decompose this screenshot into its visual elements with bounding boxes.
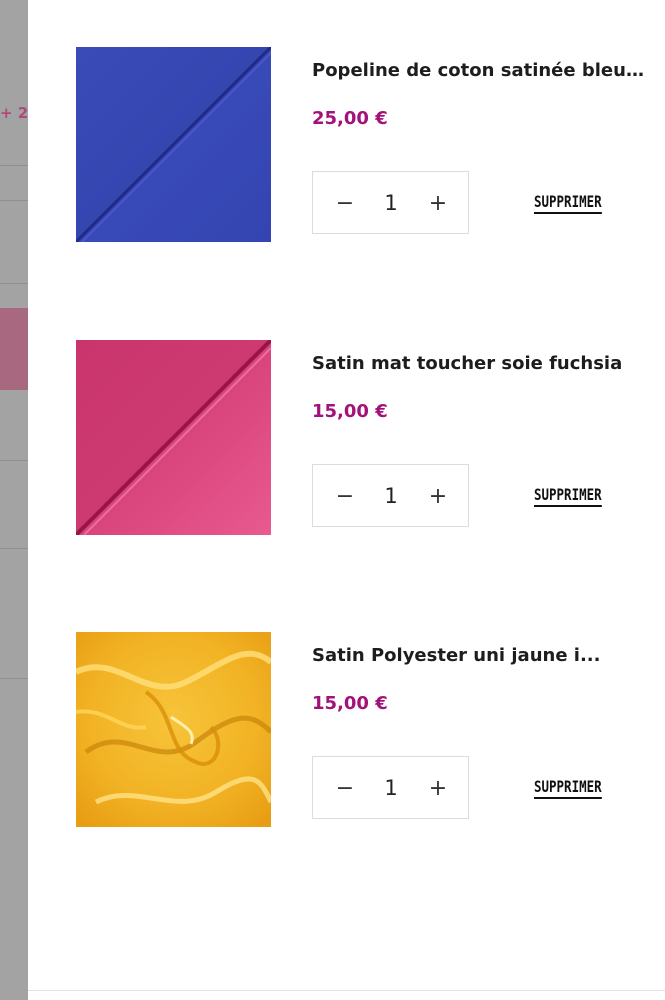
drawer-divider <box>28 990 665 991</box>
product-price: 15,00 € <box>312 693 388 714</box>
backdrop-divider <box>0 678 28 679</box>
product-price: 25,00 € <box>312 108 388 129</box>
page-backdrop: + 2 <box>0 0 28 1000</box>
decrement-button[interactable]: − <box>328 771 362 805</box>
backdrop-divider <box>0 200 28 201</box>
product-image[interactable] <box>76 340 271 535</box>
cart-item: Satin mat toucher soie fuchsia 15,00 € −… <box>76 340 646 536</box>
quantity-value[interactable]: 1 <box>371 771 411 805</box>
increment-button[interactable]: + <box>421 479 455 513</box>
backdrop-partial-text: + 2 <box>0 104 28 122</box>
backdrop-divider <box>0 283 28 284</box>
product-title[interactable]: Popeline de coton satinée bleu roi <box>312 60 644 81</box>
quantity-value[interactable]: 1 <box>371 479 411 513</box>
backdrop-divider <box>0 460 28 461</box>
backdrop-divider <box>0 548 28 549</box>
product-image[interactable] <box>76 632 271 827</box>
cart-item: Popeline de coton satinée bleu roi 25,00… <box>76 47 646 243</box>
cart-drawer: Popeline de coton satinée bleu roi 25,00… <box>28 0 665 1000</box>
remove-button[interactable]: SUPPRIMER <box>534 192 602 214</box>
remove-button[interactable]: SUPPRIMER <box>534 485 602 507</box>
decrement-button[interactable]: − <box>328 479 362 513</box>
quantity-value[interactable]: 1 <box>371 186 411 220</box>
product-title[interactable]: Satin mat toucher soie fuchsia <box>312 353 644 374</box>
backdrop-divider <box>0 165 28 166</box>
remove-button[interactable]: SUPPRIMER <box>534 777 602 799</box>
quantity-stepper: − 1 + <box>312 464 469 527</box>
decrement-button[interactable]: − <box>328 186 362 220</box>
cart-item: Satin Polyester uni jaune i... 15,00 € −… <box>76 632 646 828</box>
product-image[interactable] <box>76 47 271 242</box>
quantity-stepper: − 1 + <box>312 756 469 819</box>
quantity-stepper: − 1 + <box>312 171 469 234</box>
increment-button[interactable]: + <box>421 186 455 220</box>
backdrop-highlight <box>0 308 28 390</box>
increment-button[interactable]: + <box>421 771 455 805</box>
product-title[interactable]: Satin Polyester uni jaune i... <box>312 645 644 666</box>
product-price: 15,00 € <box>312 401 388 422</box>
